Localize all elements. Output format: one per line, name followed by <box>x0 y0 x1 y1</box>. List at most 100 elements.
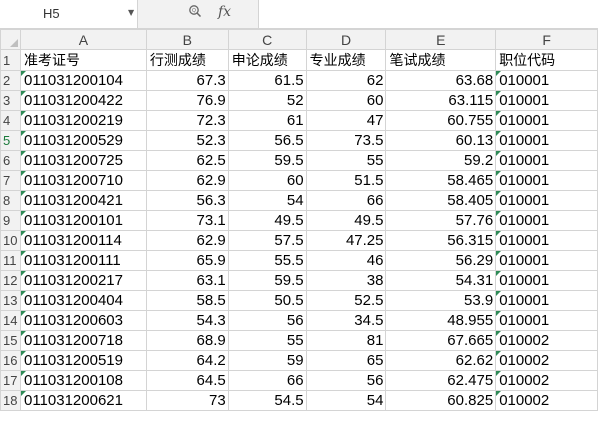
exam-id-cell[interactable]: 011031200421 <box>19 190 147 211</box>
score-cell[interactable]: 66 <box>305 190 387 211</box>
position-code-cell[interactable]: 010002 <box>495 330 598 351</box>
score-cell[interactable]: 55 <box>227 330 307 351</box>
score-cell[interactable]: 53.9 <box>385 290 497 311</box>
column-header-e[interactable]: E <box>385 29 497 50</box>
column-header-c[interactable]: C <box>227 29 307 50</box>
row-number[interactable]: 7 <box>0 170 21 191</box>
score-cell[interactable]: 67.3 <box>145 70 229 91</box>
score-cell[interactable]: 59.2 <box>385 150 497 171</box>
column-title-cell[interactable]: 专业成绩 <box>305 49 387 71</box>
score-cell[interactable]: 34.5 <box>305 310 387 331</box>
column-header-a[interactable]: A <box>19 29 147 50</box>
exam-id-cell[interactable]: 011031200422 <box>19 90 147 111</box>
score-cell[interactable]: 58.405 <box>385 190 497 211</box>
exam-id-cell[interactable]: 011031200718 <box>19 330 147 351</box>
row-number[interactable]: 5 <box>0 130 21 151</box>
position-code-cell[interactable]: 010001 <box>495 70 598 91</box>
exam-id-cell[interactable]: 011031200621 <box>19 390 147 411</box>
row-number[interactable]: 16 <box>0 350 21 371</box>
exam-id-cell[interactable]: 011031200114 <box>19 230 147 251</box>
row-number[interactable]: 15 <box>0 330 21 351</box>
column-header-d[interactable]: D <box>305 29 387 50</box>
score-cell[interactable]: 60.825 <box>385 390 497 411</box>
row-number[interactable]: 9 <box>0 210 21 231</box>
row-number[interactable]: 12 <box>0 270 21 291</box>
column-title-cell[interactable]: 申论成绩 <box>227 49 307 71</box>
score-cell[interactable]: 49.5 <box>227 210 307 231</box>
position-code-cell[interactable]: 010001 <box>495 250 598 271</box>
column-header-b[interactable]: B <box>145 29 229 50</box>
row-number[interactable]: 10 <box>0 230 21 251</box>
score-cell[interactable]: 65 <box>305 350 387 371</box>
score-cell[interactable]: 72.3 <box>145 110 229 131</box>
score-cell[interactable]: 59.5 <box>227 270 307 291</box>
score-cell[interactable]: 73.1 <box>145 210 229 231</box>
score-cell[interactable]: 64.2 <box>145 350 229 371</box>
column-title-cell[interactable]: 职位代码 <box>495 49 598 71</box>
score-cell[interactable]: 49.5 <box>305 210 387 231</box>
score-cell[interactable]: 66 <box>227 370 307 391</box>
score-cell[interactable]: 81 <box>305 330 387 351</box>
exam-id-cell[interactable]: 011031200725 <box>19 150 147 171</box>
score-cell[interactable]: 61 <box>227 110 307 131</box>
position-code-cell[interactable]: 010001 <box>495 90 598 111</box>
row-number[interactable]: 8 <box>0 190 21 211</box>
score-cell[interactable]: 52.3 <box>145 130 229 151</box>
row-number[interactable]: 14 <box>0 310 21 331</box>
score-cell[interactable]: 73.5 <box>305 130 387 151</box>
row-number[interactable]: 13 <box>0 290 21 311</box>
score-cell[interactable]: 46 <box>305 250 387 271</box>
exam-id-cell[interactable]: 011031200101 <box>19 210 147 231</box>
score-cell[interactable]: 73 <box>145 390 229 411</box>
position-code-cell[interactable]: 010002 <box>495 350 598 371</box>
position-code-cell[interactable]: 010001 <box>495 310 598 331</box>
score-cell[interactable]: 47.25 <box>305 230 387 251</box>
row-number[interactable]: 18 <box>0 390 21 411</box>
exam-id-cell[interactable]: 011031200108 <box>19 370 147 391</box>
score-cell[interactable]: 56 <box>305 370 387 391</box>
score-cell[interactable]: 59.5 <box>227 150 307 171</box>
column-title-cell[interactable]: 准考证号 <box>19 49 147 71</box>
score-cell[interactable]: 51.5 <box>305 170 387 191</box>
name-box[interactable]: H5 ▼ <box>0 0 138 28</box>
row-number[interactable]: 6 <box>0 150 21 171</box>
score-cell[interactable]: 56.29 <box>385 250 497 271</box>
position-code-cell[interactable]: 010002 <box>495 370 598 391</box>
exam-id-cell[interactable]: 011031200404 <box>19 290 147 311</box>
exam-id-cell[interactable]: 011031200710 <box>19 170 147 191</box>
score-cell[interactable]: 60.755 <box>385 110 497 131</box>
column-title-cell[interactable]: 行测成绩 <box>145 49 229 71</box>
score-cell[interactable]: 54.3 <box>145 310 229 331</box>
select-all-corner[interactable] <box>0 29 21 50</box>
score-cell[interactable]: 61.5 <box>227 70 307 91</box>
score-cell[interactable]: 63.1 <box>145 270 229 291</box>
score-cell[interactable]: 56 <box>227 310 307 331</box>
fx-icon[interactable]: fx <box>218 4 231 20</box>
score-cell[interactable]: 52 <box>227 90 307 111</box>
position-code-cell[interactable]: 010001 <box>495 190 598 211</box>
score-cell[interactable]: 57.76 <box>385 210 497 231</box>
position-code-cell[interactable]: 010001 <box>495 230 598 251</box>
score-cell[interactable]: 56.315 <box>385 230 497 251</box>
exam-id-cell[interactable]: 011031200519 <box>19 350 147 371</box>
score-cell[interactable]: 62.475 <box>385 370 497 391</box>
score-cell[interactable]: 67.665 <box>385 330 497 351</box>
position-code-cell[interactable]: 010001 <box>495 110 598 131</box>
position-code-cell[interactable]: 010001 <box>495 270 598 291</box>
exam-id-cell[interactable]: 011031200219 <box>19 110 147 131</box>
row-number[interactable]: 17 <box>0 370 21 391</box>
score-cell[interactable]: 76.9 <box>145 90 229 111</box>
score-cell[interactable]: 63.115 <box>385 90 497 111</box>
row-number[interactable]: 4 <box>0 110 21 131</box>
chevron-down-icon[interactable]: ▼ <box>128 8 134 17</box>
row-number[interactable]: 3 <box>0 90 21 111</box>
score-cell[interactable]: 60 <box>227 170 307 191</box>
column-header-f[interactable]: F <box>495 29 598 50</box>
score-cell[interactable]: 60.13 <box>385 130 497 151</box>
score-cell[interactable]: 62.9 <box>145 170 229 191</box>
score-cell[interactable]: 59 <box>227 350 307 371</box>
formula-input[interactable] <box>258 0 598 28</box>
position-code-cell[interactable]: 010001 <box>495 210 598 231</box>
score-cell[interactable]: 54.31 <box>385 270 497 291</box>
score-cell[interactable]: 68.9 <box>145 330 229 351</box>
